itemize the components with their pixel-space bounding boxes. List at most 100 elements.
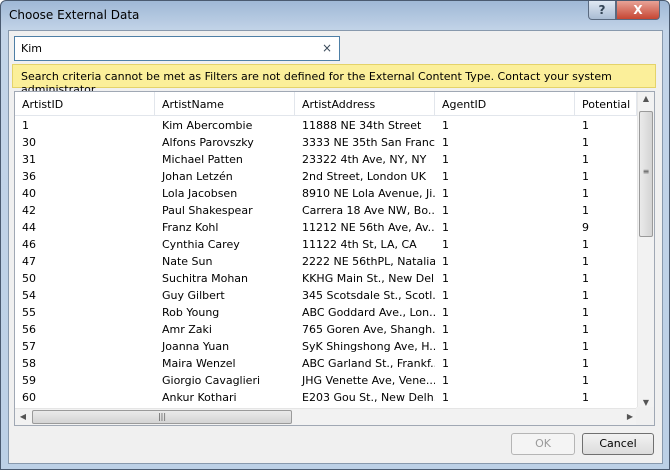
- table-row[interactable]: 60 Ankur Kothari E203 Gou St., New Delh...…: [15, 389, 637, 406]
- table-cell-agentid: 1: [442, 289, 449, 302]
- table-row[interactable]: 58 Maira Wenzel ABC Garland St., Frankf...…: [15, 355, 637, 372]
- table-cell-artistname: Giorgio Cavaglieri: [162, 374, 261, 387]
- search-input[interactable]: Kim ×: [14, 36, 340, 61]
- table-cell-artistname: Lola Jacobsen: [162, 187, 238, 200]
- table-cell-artistid: 30: [22, 136, 36, 149]
- table-cell-artistname: Ankur Kothari: [162, 391, 237, 404]
- horizontal-scrollbar[interactable]: ◀ ||| ▶: [15, 408, 638, 425]
- table-cell-artistid: 47: [22, 255, 36, 268]
- table-cell-artistname: Amr Zaki: [162, 323, 212, 336]
- table-cell-artistaddress: ABC Garland St., Frankf...: [302, 357, 435, 370]
- table-cell-artistid: 54: [22, 289, 36, 302]
- table-cell-agentid: 1: [442, 136, 449, 149]
- table-cell-agentid: 1: [442, 204, 449, 217]
- table-cell-artistname: Rob Young: [162, 306, 220, 319]
- table-cell-artistid: 50: [22, 272, 36, 285]
- table-cell-potential: 1: [582, 119, 589, 132]
- column-header-artistid[interactable]: ArtistID: [15, 92, 155, 116]
- table-cell-artistname: Kim Abercombie: [162, 119, 253, 132]
- table-cell-potential: 1: [582, 187, 589, 200]
- table-cell-artistid: 31: [22, 153, 36, 166]
- table-cell-artistaddress: 2nd Street, London UK: [302, 170, 426, 183]
- dialog-title: Choose External Data: [9, 8, 140, 22]
- table-cell-artistid: 46: [22, 238, 36, 251]
- table-row[interactable]: 44 Franz Kohl 11212 NE 56th Ave, Av... 1 9: [15, 219, 637, 236]
- help-button[interactable]: ?: [588, 1, 616, 20]
- table-cell-artistaddress: 11888 NE 34th Street: [302, 119, 422, 132]
- column-header-artistname[interactable]: ArtistName: [155, 92, 295, 116]
- table-cell-artistname: Johan Letzén: [162, 170, 233, 183]
- table-cell-agentid: 1: [442, 153, 449, 166]
- table-cell-artistaddress: ABC Goddard Ave., Lon...: [302, 306, 435, 319]
- table-cell-agentid: 1: [442, 306, 449, 319]
- table-cell-artistaddress: 8910 NE Lola Avenue, Ji...: [302, 187, 435, 200]
- column-header-agentid[interactable]: AgentID: [435, 92, 575, 116]
- close-button[interactable]: X: [616, 1, 660, 20]
- table-row[interactable]: 42 Paul Shakespear Carrera 18 Ave NW, Bo..…: [15, 202, 637, 219]
- table-cell-potential: 1: [582, 289, 589, 302]
- table-cell-potential: 1: [582, 255, 589, 268]
- table-cell-agentid: 1: [442, 340, 449, 353]
- table-cell-artistaddress: 11212 NE 56th Ave, Av...: [302, 221, 435, 234]
- table-cell-agentid: 1: [442, 323, 449, 336]
- warning-banner: Search criteria cannot be met as Filters…: [12, 64, 656, 96]
- table-cell-artistid: 60: [22, 391, 36, 404]
- table-cell-artistid: 42: [22, 204, 36, 217]
- table-row[interactable]: 46 Cynthia Carey 11122 4th St, LA, CA 1 1: [15, 236, 637, 253]
- table-row[interactable]: 31 Michael Patten 23322 4th Ave, NY, NY 1 1: [15, 151, 637, 168]
- table-cell-artistaddress: E203 Gou St., New Delh...: [302, 391, 435, 404]
- table-cell-artistid: 57: [22, 340, 36, 353]
- table-header: ArtistID ArtistName ArtistAddress AgentI…: [15, 92, 637, 116]
- vertical-scroll-thumb[interactable]: ≡: [639, 111, 653, 237]
- table-cell-artistid: 55: [22, 306, 36, 319]
- horizontal-scroll-thumb[interactable]: |||: [32, 410, 292, 424]
- table-cell-agentid: 1: [442, 119, 449, 132]
- table-cell-artistaddress: 2222 NE 56thPL, Natalia...: [302, 255, 435, 268]
- table-cell-artistid: 40: [22, 187, 36, 200]
- table-cell-artistname: Suchitra Mohan: [162, 272, 249, 285]
- table-row[interactable]: 50 Suchitra Mohan KKHG Main St., New Del..…: [15, 270, 637, 287]
- table-row[interactable]: 36 Johan Letzén 2nd Street, London UK 1 1: [15, 168, 637, 185]
- column-header-artistaddress[interactable]: ArtistAddress: [295, 92, 435, 116]
- table-cell-artistname: Guy Gilbert: [162, 289, 225, 302]
- table-cell-artistname: Joanna Yuan: [162, 340, 230, 353]
- table-cell-agentid: 1: [442, 374, 449, 387]
- table-cell-artistaddress: Carrera 18 Ave NW, Bo...: [302, 204, 435, 217]
- table-cell-artistid: 44: [22, 221, 36, 234]
- scrollbar-corner: [636, 407, 654, 425]
- cancel-button[interactable]: Cancel: [582, 433, 654, 455]
- table-cell-artistaddress: 3333 NE 35th San Franc...: [302, 136, 435, 149]
- table-cell-artistaddress: JHG Venette Ave, Vene...: [302, 374, 435, 387]
- vertical-scrollbar[interactable]: ▲ ≡ ▼: [637, 92, 654, 409]
- scroll-down-icon[interactable]: ▼: [638, 398, 654, 407]
- table-row[interactable]: 59 Giorgio Cavaglieri JHG Venette Ave, Ven…: [15, 372, 637, 389]
- table-row[interactable]: 47 Nate Sun 2222 NE 56thPL, Natalia... 1 1: [15, 253, 637, 270]
- table-cell-artistid: 59: [22, 374, 36, 387]
- table-cell-potential: 1: [582, 306, 589, 319]
- table-row[interactable]: 56 Amr Zaki 765 Goren Ave, Shangh... 1 1: [15, 321, 637, 338]
- table-cell-potential: 1: [582, 170, 589, 183]
- table-cell-agentid: 1: [442, 272, 449, 285]
- table-cell-artistaddress: KKHG Main St., New Del...: [302, 272, 435, 285]
- table-row[interactable]: 55 Rob Young ABC Goddard Ave., Lon... 1 1: [15, 304, 637, 321]
- results-table: ArtistID ArtistName ArtistAddress AgentI…: [14, 91, 655, 426]
- clear-search-icon[interactable]: ×: [322, 41, 332, 55]
- table-row[interactable]: 30 Alfons Parovszky 3333 NE 35th San Franc…: [15, 134, 637, 151]
- scroll-up-icon[interactable]: ▲: [638, 94, 654, 103]
- table-cell-potential: 1: [582, 391, 589, 404]
- table-body: 1 Kim Abercombie 11888 NE 34th Street 1 1 30 A…: [15, 117, 637, 406]
- table-cell-artistname: Paul Shakespear: [162, 204, 253, 217]
- table-cell-artistaddress: 11122 4th St, LA, CA: [302, 238, 417, 251]
- scroll-left-icon[interactable]: ◀: [15, 412, 31, 421]
- table-row[interactable]: 40 Lola Jacobsen 8910 NE Lola Avenue, Ji..…: [15, 185, 637, 202]
- column-header-potential[interactable]: Potential: [575, 92, 637, 116]
- table-cell-artistname: Franz Kohl: [162, 221, 219, 234]
- table-cell-potential: 1: [582, 272, 589, 285]
- table-cell-agentid: 1: [442, 170, 449, 183]
- table-row[interactable]: 54 Guy Gilbert 345 Scotsdale St., Scotl...…: [15, 287, 637, 304]
- table-cell-potential: 1: [582, 136, 589, 149]
- table-row[interactable]: 57 Joanna Yuan SyK Shingshong Ave, H... 1 1: [15, 338, 637, 355]
- table-cell-artistname: Michael Patten: [162, 153, 243, 166]
- ok-button[interactable]: OK: [511, 433, 575, 455]
- table-row[interactable]: 1 Kim Abercombie 11888 NE 34th Street 1 1: [15, 117, 637, 134]
